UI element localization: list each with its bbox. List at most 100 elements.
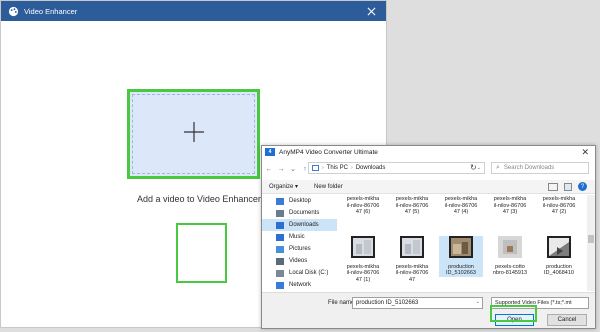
file-name-text: 47 (1) <box>355 276 371 283</box>
search-placeholder: Search Downloads <box>503 165 555 171</box>
network-icon <box>276 281 284 289</box>
sidebar-item-label: Music <box>289 234 305 240</box>
sidebar-item[interactable]: Music <box>262 231 337 243</box>
scrollbar-thumb[interactable] <box>588 235 594 243</box>
sidebar-item[interactable]: Videos <box>262 255 337 267</box>
downloads-icon <box>276 221 284 229</box>
new-folder-button[interactable]: New folder <box>314 184 343 190</box>
dialog-titlebar: 4 AnyMP4 Video Converter Ultimate ✕ <box>262 146 595 158</box>
this-pc-icon <box>312 165 319 171</box>
sidebar-item[interactable]: Desktop <box>262 195 337 207</box>
video-thumbnail <box>498 236 522 258</box>
sidebar-item-label: Documents <box>289 210 320 216</box>
video-thumbnail <box>547 236 571 258</box>
plus-icon <box>184 122 204 142</box>
help-icon[interactable]: ? <box>578 182 587 191</box>
palette-icon <box>7 5 19 17</box>
file-item[interactable]: production ID_4068410 <box>537 236 581 277</box>
preview-pane-icon[interactable] <box>564 182 572 191</box>
selected-file-highlight <box>176 223 227 283</box>
file-name-text: nbro-8145913 <box>492 270 528 276</box>
search-icon: ⌕ <box>496 164 500 171</box>
disk-icon <box>276 269 284 277</box>
sidebar-item-label: Local Disk (C:) <box>289 270 329 276</box>
video-thumbnail <box>449 236 473 258</box>
ve-window-title: Video Enhancer <box>24 6 78 16</box>
toolbar-right: ? <box>548 182 587 191</box>
add-video-button[interactable] <box>127 89 260 179</box>
open-button-highlight <box>490 305 537 322</box>
sidebar-item[interactable]: Local Disk (C:) <box>262 267 337 279</box>
file-name-text: ID_4068410 <box>544 270 574 276</box>
file-name-value: production ID_5102663 <box>356 300 419 306</box>
app-icon: 4 <box>265 148 275 156</box>
file-item[interactable]: pexels-mikha il-nilov-86706 47 (5) <box>390 196 434 216</box>
file-list-scrollbar[interactable] <box>587 195 595 291</box>
file-name-text: pexels-mikha <box>444 196 478 202</box>
dialog-title: AnyMP4 Video Converter Ultimate <box>279 148 378 156</box>
sidebar-item[interactable]: Documents <box>262 207 337 219</box>
dialog-nav-bar: ← → ⌄ ↑ › This PC › Downloads ⌄ ↻ ⌕ Sear… <box>262 162 595 176</box>
cancel-button[interactable]: Cancel <box>547 314 587 326</box>
file-name-field[interactable]: production ID_5102663 ⌄ <box>352 297 483 309</box>
file-item[interactable]: pexels-mikha il-nilov-86706 47 (1) <box>341 236 385 283</box>
close-icon[interactable] <box>364 4 378 18</box>
search-input[interactable]: ⌕ Search Downloads <box>491 162 589 174</box>
sidebar-item-label: Downloads <box>289 222 319 228</box>
recent-chevron-icon[interactable]: ⌄ <box>288 164 298 174</box>
address-dropdown-icon[interactable]: ⌄ <box>477 165 481 171</box>
file-list: pexels-mikha il-nilov-86706 47 (6) pexels-m… <box>338 195 586 291</box>
file-item[interactable]: pexels-mikha il-nilov-86706 47 (4) <box>439 196 483 216</box>
file-name-text: 47 (2) <box>551 209 567 215</box>
file-item[interactable]: pexels-mikha il-nilov-86706 47 (2) <box>537 196 581 216</box>
file-name-text: 47 (5) <box>404 209 420 215</box>
file-name-text: pexels-mikha <box>395 196 429 202</box>
sidebar-item[interactable]: Pictures <box>262 243 337 255</box>
ve-titlebar: Video Enhancer <box>1 1 386 21</box>
address-separator-icon: › <box>351 165 353 171</box>
desktop-icon <box>276 197 284 205</box>
file-name-text: il-nilov-86706 <box>395 270 429 276</box>
change-view-icon[interactable] <box>548 182 558 191</box>
file-name-text: pexels-mikha <box>493 196 527 202</box>
navigation-pane: Desktop Documents Downloads Music Pictures Vi… <box>262 195 337 291</box>
file-item[interactable]: pexels-cotto nbro-8145913 <box>488 236 532 277</box>
video-thumbnail <box>400 236 424 258</box>
file-name-text: pexels-mikha <box>346 196 380 202</box>
sidebar-item-label: Videos <box>289 258 308 264</box>
file-item[interactable]: pexels-mikha il-nilov-86706 47 (6) <box>341 196 385 216</box>
dialog-close-icon[interactable]: ✕ <box>581 147 589 158</box>
file-name-text: 47 <box>408 276 416 283</box>
file-open-dialog: 4 AnyMP4 Video Converter Ultimate ✕ ← → … <box>261 145 596 329</box>
selected-file-item[interactable]: production ID_5102663 <box>439 236 483 277</box>
file-name-text: il-nilov-86706 <box>346 270 380 276</box>
back-arrow-icon[interactable]: ← <box>264 164 274 174</box>
cancel-button-label: Cancel <box>557 317 577 323</box>
file-name-text: 47 (4) <box>453 209 469 215</box>
address-bar[interactable]: › This PC › Downloads ⌄ <box>308 162 485 174</box>
file-item[interactable]: pexels-mikha il-nilov-86706 47 (3) <box>488 196 532 216</box>
refresh-icon[interactable]: ↻ <box>470 163 477 172</box>
sidebar-item-label: Desktop <box>289 198 312 204</box>
sidebar-item[interactable]: Network <box>262 279 337 291</box>
organize-button[interactable]: Organize ▾ <box>269 183 298 190</box>
file-name-text: ID_5102663 <box>446 270 476 276</box>
forward-arrow-icon[interactable]: → <box>276 164 286 174</box>
video-thumbnail <box>351 236 375 258</box>
file-name-text: 47 (6) <box>355 209 371 215</box>
sidebar-item-label: Pictures <box>289 246 311 252</box>
address-root[interactable]: This PC <box>327 165 348 171</box>
add-video-label: Add a video to Video Enhancer <box>137 194 261 204</box>
dialog-bottom-bar: File name: production ID_5102663 ⌄ Suppo… <box>262 292 595 328</box>
file-name-text: pexels-mikha <box>542 196 576 202</box>
file-item[interactable]: pexels-mikha il-nilov-86706 47 <box>390 236 434 283</box>
file-name-text: 47 (3) <box>502 209 518 215</box>
documents-icon <box>276 209 284 217</box>
address-separator-icon: › <box>322 165 324 171</box>
pictures-icon <box>276 245 284 253</box>
address-folder[interactable]: Downloads <box>356 165 386 171</box>
videos-icon <box>276 257 284 265</box>
sidebar-item-label: Network <box>289 282 312 288</box>
sidebar-item[interactable]: Downloads <box>262 219 337 231</box>
file-name-dropdown-icon[interactable]: ⌄ <box>476 299 480 305</box>
